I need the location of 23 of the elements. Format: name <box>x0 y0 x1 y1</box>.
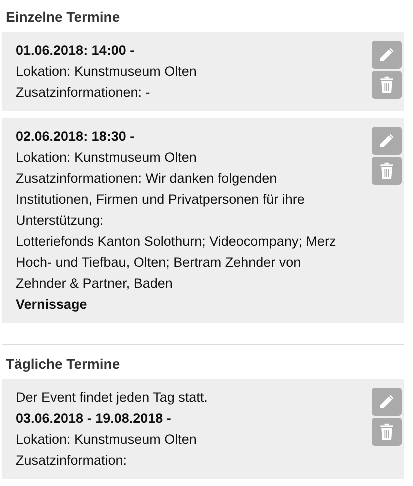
event-detail: Zusatzinformation: <box>16 452 128 470</box>
delete-button[interactable] <box>372 418 402 446</box>
section-heading: Einzelne Termine <box>5 8 122 27</box>
section-heading: Tägliche Termine <box>5 355 122 374</box>
edit-button[interactable] <box>372 41 402 69</box>
event-title: Vernissage <box>16 296 88 314</box>
edit-button[interactable] <box>372 127 402 155</box>
edit-button[interactable] <box>372 388 402 416</box>
delete-button[interactable] <box>372 157 402 185</box>
event-detail: Lokation: Kunstmuseum Olten <box>16 431 198 449</box>
event-detail: Der Event findet jeden Tag statt. <box>16 389 209 407</box>
event-detail: Lokation: Kunstmuseum Olten <box>16 149 198 167</box>
event-detail: Lotteriefonds Kanton Solothurn; Videocompany; Merz Hoch- und Tiefbau, Olten; Bertram Zehnder von Zehnder & Partner, Baden <box>16 233 338 293</box>
event-detail: Zusatzinformationen: - <box>16 84 152 102</box>
event-title: 01.06.2018: 14:00 - <box>16 42 136 60</box>
event-title: 02.06.2018: 18:30 - <box>16 128 136 146</box>
event-detail: Lokation: Kunstmuseum Olten <box>16 63 198 81</box>
trash-icon <box>378 161 396 181</box>
event-detail: Zusatzinformationen: Wir danken folgenden Institutionen, Firmen und Privatpersonen für ihre Unterstützung: <box>16 170 306 230</box>
event-title: 03.06.2018 - 19.08.2018 - <box>16 410 172 428</box>
delete-button[interactable] <box>372 71 402 99</box>
trash-icon <box>378 422 396 442</box>
trash-icon <box>378 75 396 95</box>
